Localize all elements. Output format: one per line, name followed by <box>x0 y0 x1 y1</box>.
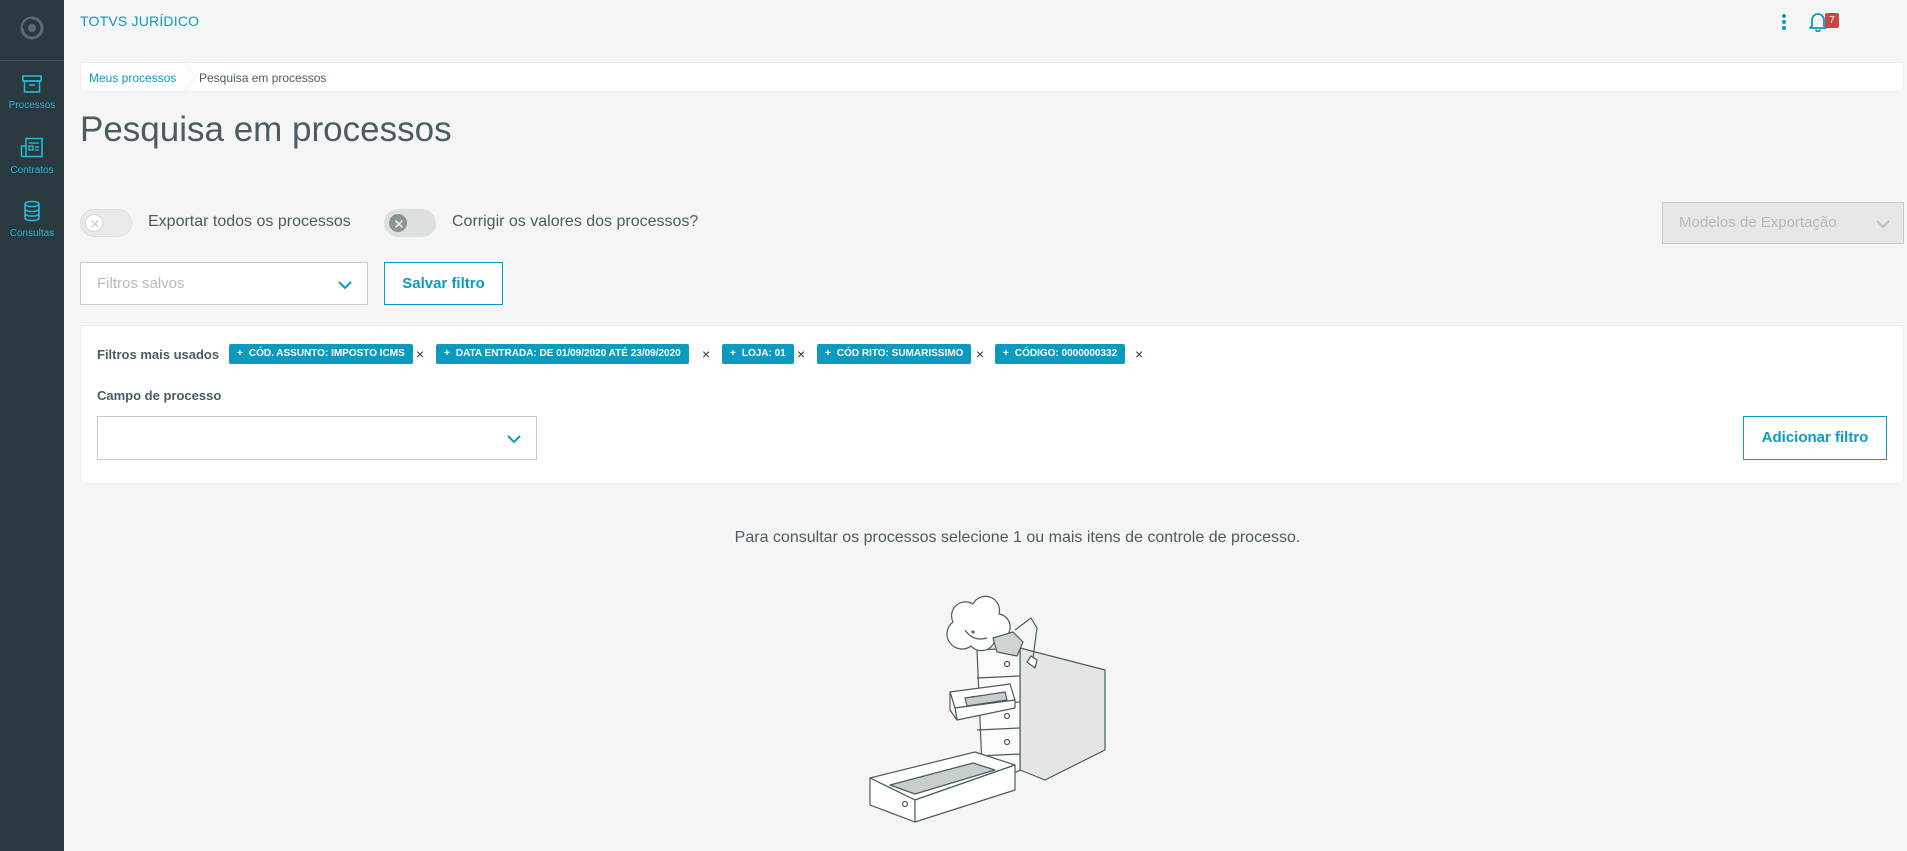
filter-chip-label: LOJA: 01 <box>741 348 786 359</box>
toggle-knob <box>85 214 103 232</box>
sidebar-item-label: Contratos <box>10 165 54 176</box>
filing-cabinet-illustration <box>869 595 1106 823</box>
close-icon <box>91 220 99 228</box>
breadcrumb-current: Pesquisa em processos <box>199 71 327 85</box>
remove-filter-icon[interactable]: × <box>797 346 805 362</box>
filter-chip[interactable]: + CÓDIGO: 0000000332 <box>995 344 1126 364</box>
process-field-select[interactable] <box>97 416 537 460</box>
chevron-down-icon <box>338 281 352 290</box>
filters-panel: Filtros mais usados + CÓD. ASSUNTO: IMPOS… <box>80 325 1904 484</box>
plus-icon: + <box>1003 348 1009 359</box>
app-title[interactable]: TOTVS JURÍDICO <box>80 13 199 29</box>
sidebar-item-label: Processos <box>8 100 56 111</box>
export-models-select[interactable]: Modelos de Exportação <box>1662 202 1904 244</box>
sidebar-item-label: Consultas <box>9 228 55 239</box>
plus-icon: + <box>444 348 450 359</box>
close-icon <box>394 219 404 229</box>
remove-filter-icon[interactable]: × <box>976 346 984 362</box>
filter-chip-label: DATA ENTRADA: DE 01/09/2020 ATÉ 23/09/20… <box>455 348 681 359</box>
sidebar-item-consultas[interactable]: Consultas <box>0 200 64 260</box>
plus-icon: + <box>237 348 243 359</box>
remove-filter-icon[interactable]: × <box>1135 346 1143 362</box>
filter-chip-label: CÓDIGO: 0000000332 <box>1014 348 1118 359</box>
database-icon <box>24 200 40 222</box>
notification-badge[interactable]: 7 <box>1825 13 1839 28</box>
sidebar-divider <box>0 60 64 61</box>
filter-chip-label: CÓD. ASSUNTO: IMPOSTO ICMS <box>248 348 405 359</box>
chevron-down-icon <box>507 435 521 444</box>
breadcrumb: Meus processos Pesquisa em processos <box>80 62 1904 92</box>
breadcrumb-link-meus-processos[interactable]: Meus processos <box>89 71 176 85</box>
filter-chip[interactable]: + LOJA: 01 <box>722 344 794 364</box>
plus-icon: + <box>730 348 736 359</box>
saved-filters-placeholder: Filtros salvos <box>97 275 185 292</box>
plus-icon: + <box>825 348 831 359</box>
most-used-filters-title: Filtros mais usados <box>97 347 220 362</box>
filter-chip-label: CÓD RITO: SUMARISSIMO <box>836 348 964 359</box>
top-bar: TOTVS JURÍDICO 7 <box>64 0 1907 44</box>
export-all-label: Exportar todos os processos <box>148 213 351 230</box>
filter-chip[interactable]: + CÓD. ASSUNTO: IMPOSTO ICMS <box>229 344 413 364</box>
saved-filters-select[interactable]: Filtros salvos <box>80 262 368 305</box>
remove-filter-icon[interactable]: × <box>702 346 710 362</box>
empty-state-message: Para consultar os processos selecione 1 … <box>734 529 1301 546</box>
breadcrumb-separator-icon <box>184 63 196 91</box>
sidebar: Processos Contratos Consultas <box>0 0 64 851</box>
process-field-label: Campo de processo <box>97 388 222 403</box>
sidebar-item-contratos[interactable]: Contratos <box>0 137 64 197</box>
fix-values-label: Corrigir os valores dos processos? <box>452 213 699 230</box>
save-filter-button[interactable]: Salvar filtro <box>384 262 503 305</box>
toggle-knob <box>389 214 407 232</box>
filter-chip[interactable]: + DATA ENTRADA: DE 01/09/2020 ATÉ 23/09/2… <box>436 344 689 364</box>
sidebar-item-processos[interactable]: Processos <box>0 74 64 134</box>
more-options-icon[interactable] <box>1778 11 1790 33</box>
contracts-icon <box>20 137 43 158</box>
remove-filter-icon[interactable]: × <box>416 346 424 362</box>
export-models-placeholder: Modelos de Exportação <box>1679 214 1837 231</box>
app-logo-icon[interactable] <box>20 16 44 40</box>
fix-values-toggle[interactable] <box>384 209 436 237</box>
filter-chip[interactable]: + CÓD RITO: SUMARISSIMO <box>817 344 972 364</box>
export-all-toggle[interactable] <box>80 209 132 237</box>
archive-icon <box>22 75 42 93</box>
chevron-down-icon <box>1876 220 1890 229</box>
page-title: Pesquisa em processos <box>80 110 452 149</box>
add-filter-button[interactable]: Adicionar filtro <box>1743 416 1887 460</box>
